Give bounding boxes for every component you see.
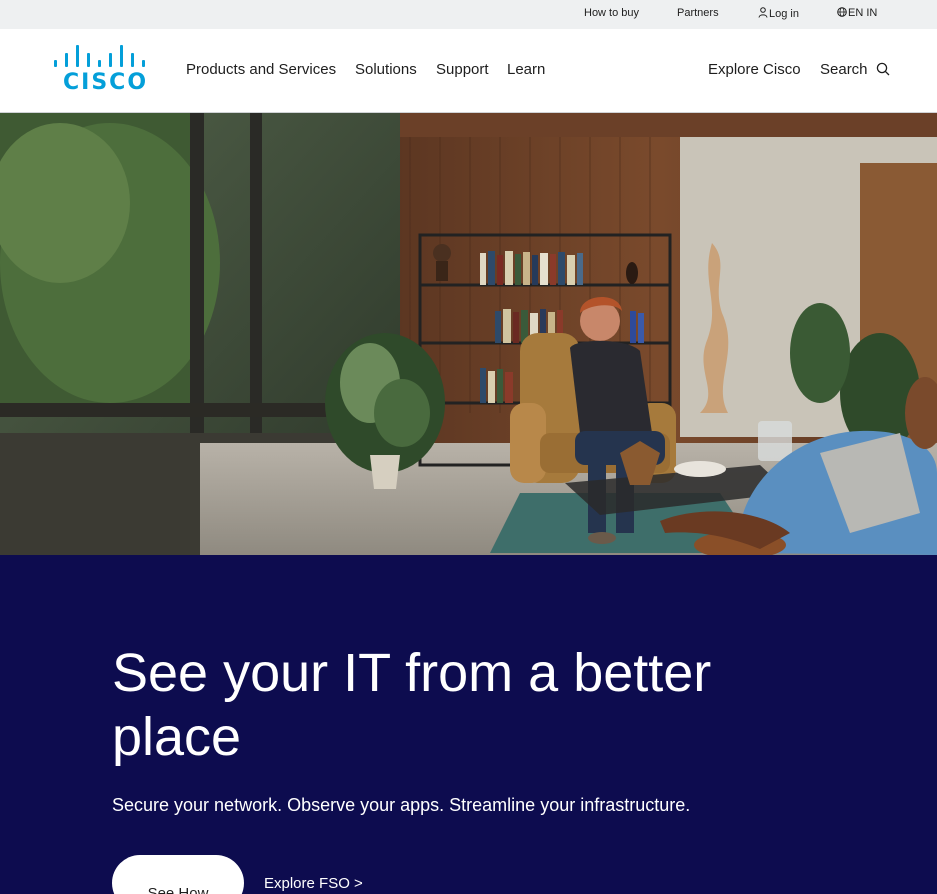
- search-icon: [876, 62, 890, 76]
- see-how-button[interactable]: See How: [112, 855, 244, 894]
- nav-learn[interactable]: Learn: [507, 61, 545, 78]
- how-to-buy-link[interactable]: How to buy: [584, 7, 639, 19]
- logo-wordmark: CISCO: [63, 70, 149, 95]
- logo-bars-icon: [54, 45, 150, 67]
- hero-panel: See your IT from a better place Secure y…: [0, 555, 937, 894]
- search-button[interactable]: Search: [820, 61, 890, 78]
- cisco-logo[interactable]: CISCO: [54, 45, 152, 95]
- nav-products-and-services[interactable]: Products and Services: [186, 61, 336, 78]
- explore-fso-link[interactable]: Explore FSO >: [264, 875, 363, 892]
- nav-solutions[interactable]: Solutions: [355, 61, 417, 78]
- login-label: Log in: [769, 8, 799, 20]
- login-link[interactable]: Log in: [758, 7, 799, 20]
- hero-subtitle: Secure your network. Observe your apps. …: [112, 795, 691, 815]
- nav-support[interactable]: Support: [436, 61, 489, 78]
- globe-icon: [837, 7, 847, 17]
- language-selector[interactable]: EN IN: [837, 7, 877, 19]
- search-label: Search: [820, 61, 868, 78]
- hero-title: See your IT from a better place: [112, 643, 712, 767]
- language-label: EN IN: [848, 7, 878, 19]
- main-header: CISCO Products and Services Solutions Su…: [0, 29, 937, 113]
- explore-cisco-link[interactable]: Explore Cisco: [708, 61, 801, 78]
- partners-link[interactable]: Partners: [677, 7, 719, 19]
- hero-image: [0, 113, 937, 555]
- person-icon: [758, 7, 768, 18]
- utility-bar: How to buy Partners Log in EN IN: [0, 0, 937, 29]
